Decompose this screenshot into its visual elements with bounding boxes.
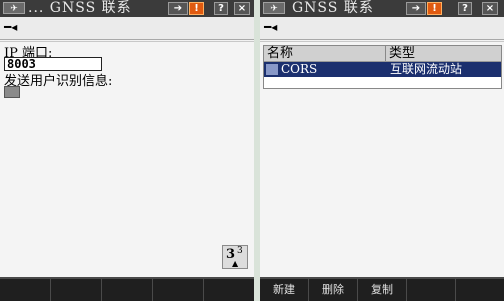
warning-icon[interactable]: !: [427, 2, 442, 15]
help-icon[interactable]: ?: [214, 2, 228, 15]
app-logo-icon[interactable]: ✈: [3, 2, 25, 14]
softkey-f3[interactable]: [102, 279, 153, 301]
ip-port-input[interactable]: 8003: [4, 57, 102, 71]
close-icon[interactable]: ×: [234, 2, 250, 15]
softkey-f4[interactable]: [407, 279, 456, 301]
table-row[interactable]: CORS 互联网流动站: [264, 62, 501, 77]
titlebar: ✈ ... GNSS 联系 ➔ ! ? ×: [0, 0, 254, 17]
warning-icon[interactable]: !: [189, 2, 204, 15]
table-header: 名称 类型: [264, 46, 501, 62]
titlebar: ✈ GNSS 联系 ➔ ! ? ×: [260, 0, 504, 17]
app-logo-icon[interactable]: ✈: [263, 2, 285, 14]
window-title: GNSS 联系: [292, 0, 374, 16]
connection-table: 名称 类型 CORS 互联网流动站: [263, 45, 502, 89]
softkey-f4[interactable]: [153, 279, 204, 301]
softkey-bar: 新建 删除 复制: [260, 277, 504, 301]
content-area: IP 端口: 8003 发送用户识别信息: 3 3 ▲: [0, 41, 254, 277]
new-button[interactable]: 新建: [260, 279, 309, 301]
column-divider: [385, 46, 386, 61]
page-indicator[interactable]: 3 3 ▲: [222, 245, 248, 269]
softkey-f5[interactable]: [204, 279, 254, 301]
softkey-bar: [0, 277, 254, 301]
arrow-icon[interactable]: ➔: [406, 2, 426, 15]
content-area: 名称 类型 CORS 互联网流动站: [260, 41, 504, 277]
column-header-name[interactable]: 名称: [267, 46, 293, 61]
left-screen: ✈ ... GNSS 联系 ➔ ! ? × ━◂ IP 端口: 8003 发送用…: [0, 0, 254, 301]
softkey-f1[interactable]: [0, 279, 51, 301]
plug-icon: ━◂: [264, 20, 278, 34]
plug-icon: ━◂: [4, 20, 18, 34]
window-title: ... GNSS 联系: [28, 0, 132, 16]
page-total: 3: [237, 246, 243, 256]
page-down-icon: ▲: [232, 259, 239, 268]
softkey-f5[interactable]: [456, 279, 504, 301]
column-header-type[interactable]: 类型: [389, 46, 415, 61]
row-name: CORS: [281, 62, 318, 76]
softkey-f2[interactable]: [51, 279, 102, 301]
status-bar: ━◂: [0, 17, 254, 40]
copy-button[interactable]: 复制: [358, 279, 407, 301]
status-bar: ━◂: [260, 17, 504, 40]
row-type: 互联网流动站: [390, 62, 463, 76]
send-user-id-checkbox[interactable]: [4, 86, 20, 98]
send-user-id-label: 发送用户识别信息:: [4, 74, 113, 89]
arrow-icon[interactable]: ➔: [168, 2, 188, 15]
row-selection-marker: [266, 64, 278, 75]
close-icon[interactable]: ×: [482, 2, 498, 15]
right-screen: ✈ GNSS 联系 ➔ ! ? × ━◂ 名称 类型 CORS 互联网流动站 新…: [260, 0, 504, 301]
help-icon[interactable]: ?: [458, 2, 472, 15]
delete-button[interactable]: 删除: [309, 279, 358, 301]
